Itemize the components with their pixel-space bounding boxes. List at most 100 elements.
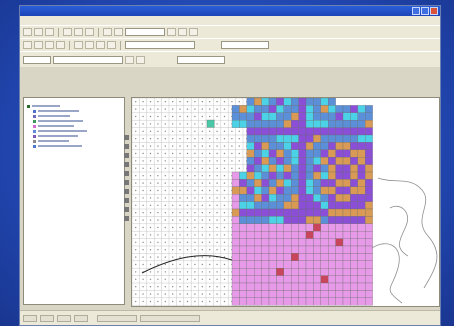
toc-layer[interactable] [33, 119, 83, 123]
toolbar-separator [98, 27, 99, 37]
map-view[interactable] [131, 97, 440, 307]
toc-layer[interactable] [33, 124, 74, 128]
grid-cell [350, 260, 358, 269]
maximize-icon[interactable] [421, 7, 429, 15]
pause-drawing-icon[interactable] [74, 314, 88, 322]
grid-cell [357, 171, 366, 180]
grid-cell [254, 238, 262, 247]
grid-cell [254, 179, 262, 187]
toc-layer[interactable] [33, 139, 69, 143]
grid-cell [357, 238, 366, 247]
toc-layer[interactable] [33, 144, 82, 148]
editor-toolbar-button[interactable] [178, 28, 187, 36]
grid-cell [246, 112, 255, 121]
page-layout-icon[interactable] [23, 314, 37, 322]
target-layer-combo[interactable] [221, 41, 269, 49]
editor-menu[interactable] [23, 55, 51, 64]
tool-strip-button[interactable] [124, 189, 129, 194]
close-icon[interactable] [430, 7, 438, 15]
paste-button[interactable] [85, 28, 94, 36]
undo-button[interactable] [103, 28, 112, 36]
grid-cell [320, 245, 329, 254]
grid-point [223, 226, 226, 229]
grid-point [179, 152, 181, 155]
grid-cell [305, 194, 314, 202]
grid-point [186, 300, 189, 303]
grid-cell [335, 149, 344, 158]
edit-tool-icon[interactable] [136, 55, 145, 64]
new-document-button[interactable] [23, 28, 32, 36]
minimize-icon[interactable] [412, 7, 420, 15]
grid-cell [342, 149, 351, 158]
grid-cell [246, 216, 255, 224]
grid-cell [246, 171, 255, 180]
tool-strip-button[interactable] [124, 171, 129, 176]
zoom-in-icon[interactable] [23, 41, 32, 49]
select-features-icon[interactable] [74, 41, 83, 49]
find-icon[interactable] [96, 41, 105, 49]
cut-button[interactable] [63, 28, 72, 36]
grid-cell [283, 231, 292, 239]
identify-icon[interactable] [85, 41, 94, 49]
tool-strip-button[interactable] [124, 144, 129, 149]
grid-cell [342, 216, 351, 224]
grid-cell [328, 157, 336, 165]
zoom-out-icon[interactable] [34, 41, 43, 49]
grid-cell [320, 260, 329, 269]
tool-strip-button[interactable] [124, 180, 129, 185]
tool-strip-button[interactable] [124, 207, 129, 212]
grid-cell [328, 194, 336, 202]
data-view-icon[interactable] [40, 314, 54, 322]
grid-cell [298, 216, 307, 224]
tool-strip-button[interactable] [124, 162, 129, 167]
redo-button[interactable] [114, 28, 123, 36]
tool-strip-button[interactable] [124, 216, 129, 221]
grid-cell [268, 134, 277, 143]
sketch-tool-icon[interactable] [125, 55, 134, 64]
grid-cell [313, 238, 321, 247]
grid-point [149, 160, 152, 162]
refresh-icon[interactable] [57, 314, 71, 322]
grid-cell [291, 112, 299, 121]
grid-point [186, 204, 189, 206]
toc-layer[interactable] [33, 134, 78, 138]
tool-strip-button[interactable] [124, 135, 129, 140]
grid-cell [291, 282, 299, 291]
grid-cell [231, 275, 240, 284]
grid-cell [276, 297, 284, 306]
tool-strip-button[interactable] [124, 153, 129, 158]
toc-layer[interactable] [33, 129, 87, 133]
grid-point [157, 204, 159, 206]
map-scale-combo[interactable] [125, 28, 165, 36]
grid-point [149, 249, 152, 251]
pan-icon[interactable] [45, 41, 54, 49]
toc-layer[interactable] [27, 104, 60, 108]
task-combo[interactable] [53, 55, 123, 64]
grid-point [216, 182, 218, 184]
grid-point [149, 204, 152, 206]
grid-cell [305, 164, 314, 173]
grid-point [223, 108, 226, 110]
grid-point [157, 226, 159, 229]
grid-point [179, 138, 181, 140]
tool-strip-button[interactable] [124, 198, 129, 203]
grid-cell [328, 253, 336, 261]
attribute-combo[interactable] [177, 55, 225, 64]
grid-cell [320, 164, 329, 173]
toc-layer[interactable] [33, 114, 70, 118]
toc-layer[interactable] [33, 109, 79, 113]
arctoolbox-button[interactable] [189, 28, 198, 36]
layer-combo[interactable] [125, 41, 195, 49]
measure-icon[interactable] [107, 41, 116, 49]
grid-cell [231, 282, 240, 291]
save-button[interactable] [45, 28, 54, 36]
toolbar-separator [120, 40, 121, 50]
full-extent-icon[interactable] [56, 41, 65, 49]
grid-point [172, 175, 174, 177]
map-canvas[interactable] [132, 98, 439, 306]
copy-button[interactable] [74, 28, 83, 36]
open-button[interactable] [34, 28, 43, 36]
grid-point [216, 219, 218, 221]
grid-cell [246, 245, 255, 254]
add-data-button[interactable] [167, 28, 176, 36]
